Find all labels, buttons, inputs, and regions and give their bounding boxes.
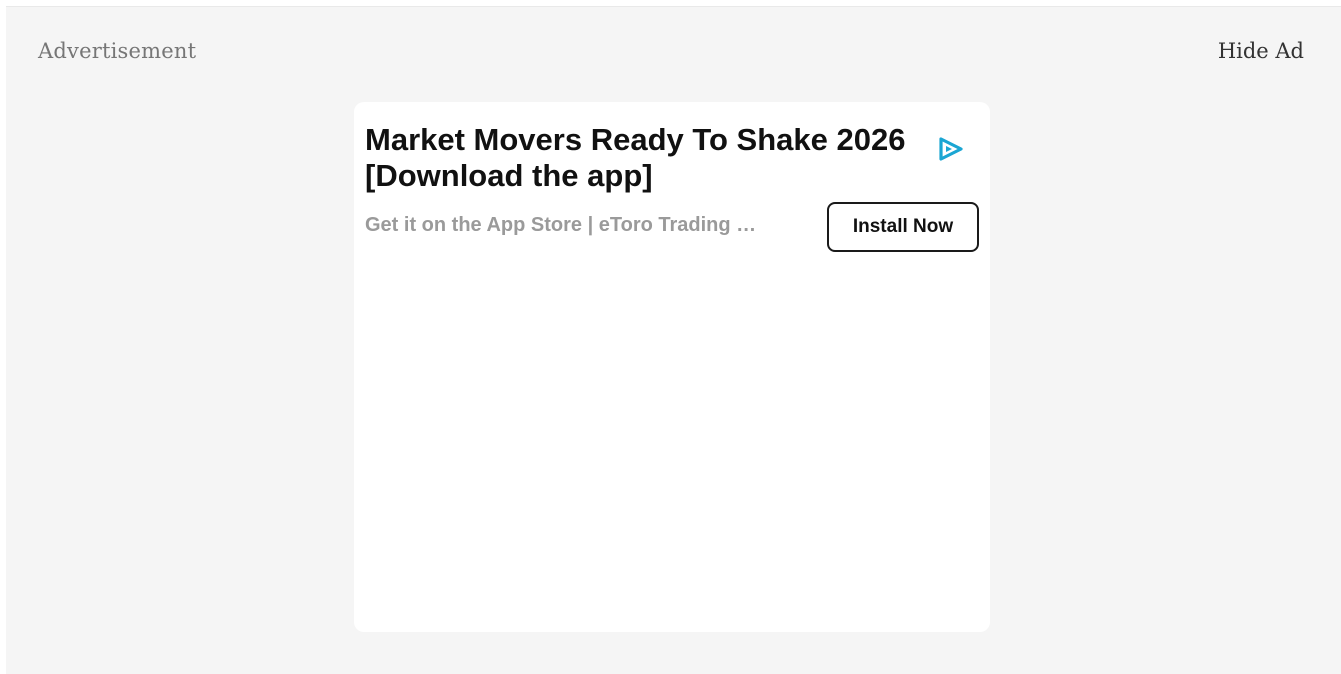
hide-ad-button[interactable]: Hide Ad [1218, 39, 1304, 63]
ad-container: Advertisement Hide Ad Market Movers Read… [6, 6, 1341, 674]
adchoices-icon[interactable] [937, 136, 965, 162]
ad-headline[interactable]: Market Movers Ready To Shake 2026 [Downl… [365, 122, 965, 194]
ad-card[interactable]: Market Movers Ready To Shake 2026 [Downl… [354, 102, 990, 632]
install-now-button[interactable]: Install Now [827, 202, 979, 252]
advertisement-label: Advertisement [38, 39, 197, 63]
ad-subline[interactable]: Get it on the App Store | eToro Trading … [365, 213, 827, 237]
